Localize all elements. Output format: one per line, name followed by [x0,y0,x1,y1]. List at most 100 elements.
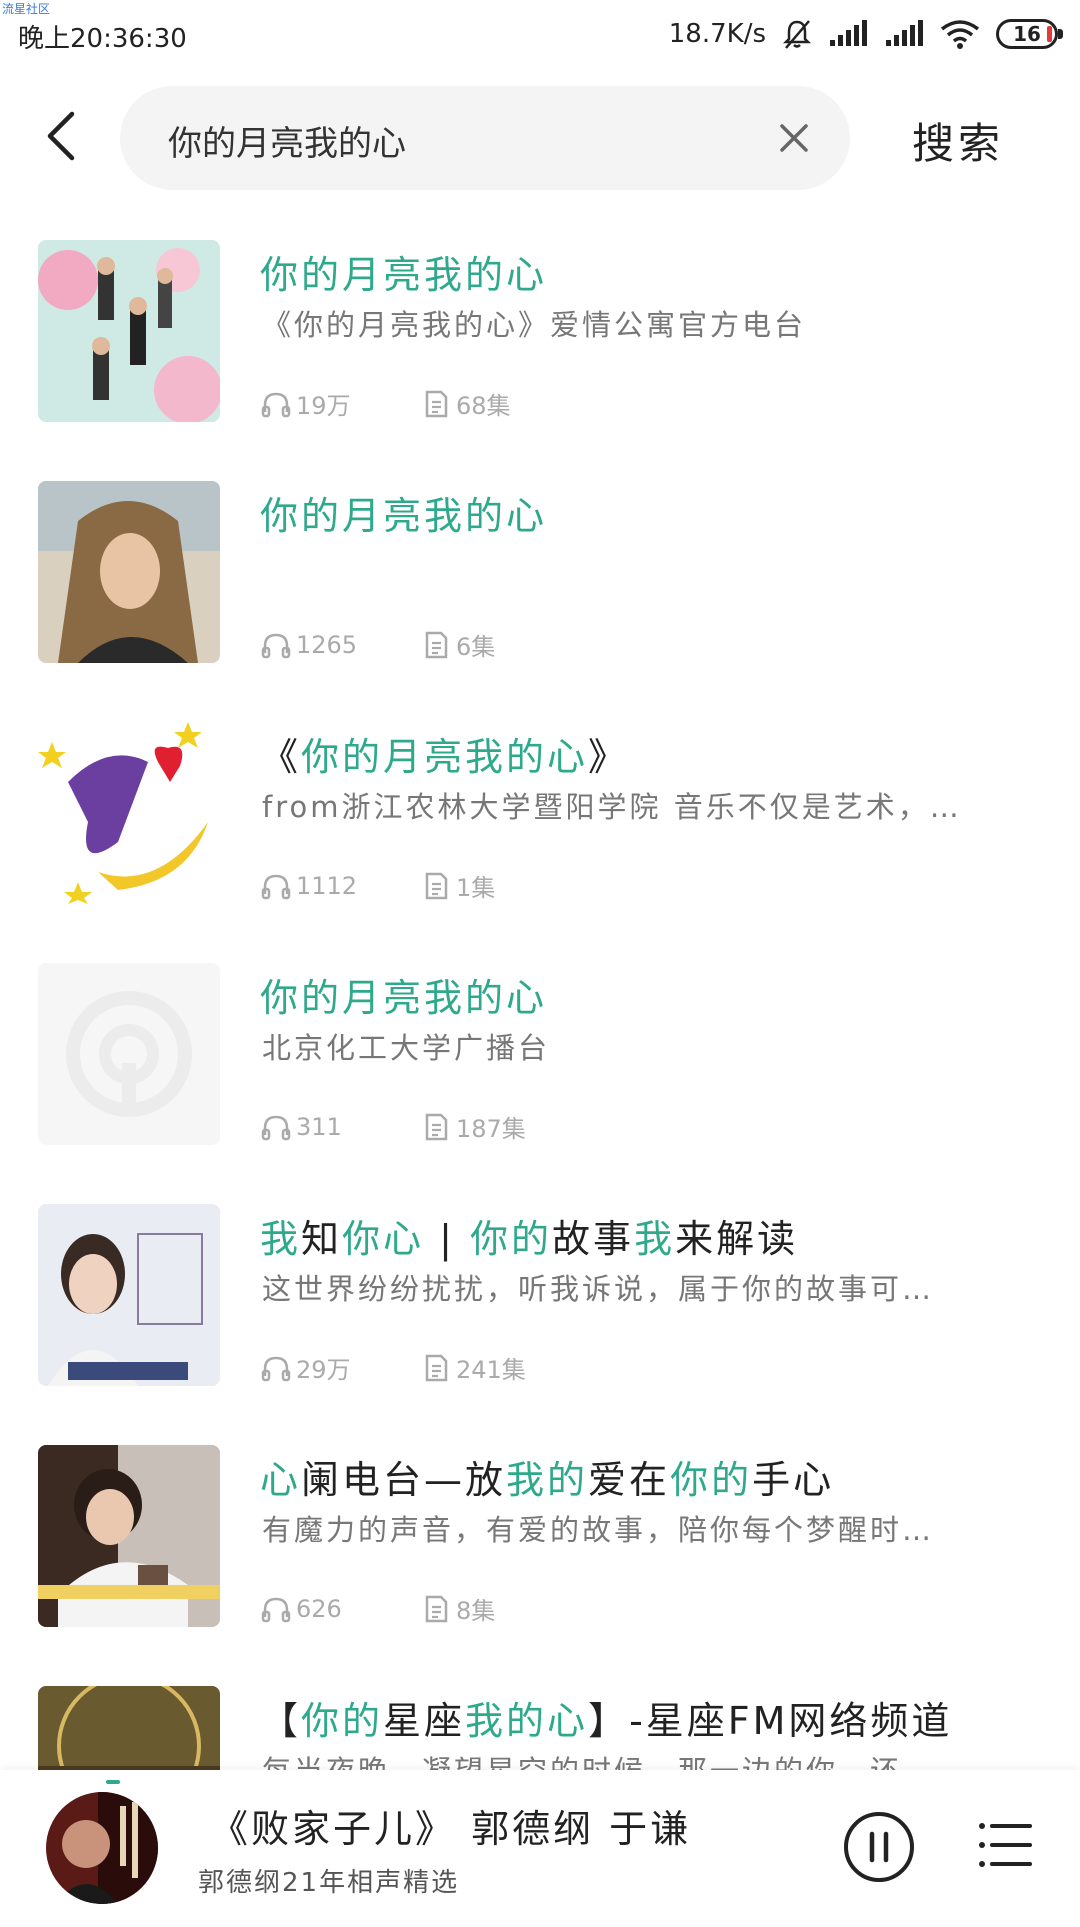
thumbnail-image [38,481,220,663]
headphones-icon [261,874,291,899]
thumbnail-image [38,722,220,904]
episode-count-value: 8集 [456,1597,496,1625]
episode-count-value: 241集 [456,1356,526,1384]
play-count-value: 29万 [296,1356,351,1384]
signal-icon [830,20,867,46]
play-count-value: 1265 [296,630,358,659]
title-highlight: 你的月亮我的心 [260,253,548,297]
result-item[interactable]: 你的月亮我的心北京化工大学广播台 311 187集 [0,963,1080,1204]
status-icons: 18.7K/s 16 [668,14,1063,54]
play-progress-indicator [106,1780,120,1784]
result-subtitle: from浙江农林大学暨阳学院 音乐不仅是艺术，… [262,790,962,824]
play-count-value: 626 [296,1594,342,1623]
title-text: 手心 [752,1458,835,1502]
result-thumbnail[interactable] [38,963,220,1145]
result-item[interactable]: 你的月亮我的心 1265 6集 [0,481,1080,722]
document-icon [425,1113,448,1140]
play-count: 19万 [260,386,420,421]
title-text: 星座 [383,1699,466,1743]
play-count-value: 1112 [296,871,358,900]
title-highlight: 心 [383,1217,425,1261]
cover-image [46,1792,158,1904]
headphones-icon [261,633,291,658]
episode-count-value: 1集 [456,874,496,902]
play-count: 311 [260,1111,420,1143]
result-item[interactable]: 我知你心 | 你的故事我来解读 这世界纷纷扰扰，听我诉说，属于你的故事可… 29万 2… [0,1204,1080,1445]
result-title: 心阑电台—放我的爱在你的手心 [260,1449,834,1504]
thumbnail-image [38,240,220,422]
pause-button[interactable] [842,1810,916,1884]
title-highlight: 我的 [506,1458,589,1502]
title-highlight: 我 [260,1217,302,1261]
episode-count-value: 187集 [456,1115,526,1143]
result-thumbnail[interactable] [38,1204,220,1386]
battery-nub [1058,29,1063,39]
result-title: 【你的星座我的心】-星座FM网络频道 [260,1690,952,1745]
result-meta: 626 8集 [260,1591,495,1626]
search-input[interactable]: 你的月亮我的心 [168,116,406,165]
episode-count: 1集 [420,868,495,903]
title-text: 》 [588,735,630,779]
play-count: 626 [260,1593,420,1625]
result-subtitle: 有魔力的声音，有爱的故事，陪你每个梦醒时… [262,1513,935,1547]
title-text: 《 [260,735,302,779]
title-text: 】-星座FM网络频道 [588,1699,953,1743]
title-highlight: 我 [634,1217,676,1261]
title-highlight: 你的月亮我的心 [260,494,548,538]
search-button[interactable]: 搜索 [912,110,1004,171]
document-icon [425,390,448,417]
play-count: 1265 [260,629,420,661]
now-playing-bar[interactable]: 《败家子儿》 郭德纲 于谦 郭德纲21年相声精选 [0,1770,1080,1920]
episode-count: 6集 [420,627,495,662]
now-playing-cover[interactable] [46,1792,158,1904]
title-highlight: 你的 [301,1699,384,1743]
result-title: 你的月亮我的心 [260,967,547,1022]
clear-icon[interactable] [772,116,816,160]
title-highlight: 心 [260,1458,302,1502]
episode-count: 241集 [420,1350,526,1385]
title-highlight: 你的 [670,1458,753,1502]
document-icon [425,1354,448,1381]
title-text: 爱在 [588,1458,671,1502]
result-item[interactable]: 《你的月亮我的心》 from浙江农林大学暨阳学院 音乐不仅是艺术，… 1112 1集 [0,722,1080,963]
title-text: 故事 [552,1217,635,1261]
search-input-box[interactable]: 你的月亮我的心 [120,86,850,190]
episode-count: 68集 [420,386,511,421]
title-text: 来解读 [675,1217,799,1261]
mute-bell-icon [782,20,812,49]
title-text: 阑电台—放 [301,1458,507,1502]
episode-count: 8集 [420,1591,495,1626]
result-meta: 19万 68集 [260,386,511,421]
title-text: 知 [301,1217,343,1261]
search-header: 你的月亮我的心 搜索 [0,82,1080,192]
result-thumbnail[interactable] [38,240,220,422]
result-subtitle: 《你的月亮我的心》爱情公寓官方电台 [262,308,807,342]
result-item[interactable]: 心阑电台—放我的爱在你的手心有魔力的声音，有爱的故事，陪你每个梦醒时… 626 8集 [0,1445,1080,1686]
play-count-value: 19万 [296,392,351,420]
play-count: 1112 [260,870,420,902]
playlist-icon[interactable] [976,1816,1034,1874]
back-button[interactable] [38,108,88,164]
result-thumbnail[interactable] [38,722,220,904]
result-subtitle: 北京化工大学广播台 [262,1031,551,1065]
thumbnail-image [38,1204,220,1386]
result-meta: 29万 241集 [260,1350,526,1385]
headphones-icon [261,1597,291,1622]
result-meta: 1112 1集 [260,868,495,903]
status-bar: 晚上20:36:30 18.7K/s 16 [0,0,1080,70]
title-highlight: 你的 [470,1217,553,1261]
episode-count: 187集 [420,1109,526,1144]
result-subtitle: 这世界纷纷扰扰，听我诉说，属于你的故事可… [262,1272,935,1306]
net-speed: 18.7K/s [668,19,766,49]
result-thumbnail[interactable] [38,1445,220,1627]
result-item[interactable]: 你的月亮我的心《你的月亮我的心》爱情公寓官方电台 19万 68集 [0,240,1080,481]
now-playing-title: 《败家子儿》 郭德纲 于谦 [210,1807,692,1851]
result-title: 你的月亮我的心 [260,244,547,299]
result-title: 《你的月亮我的心》 [260,726,629,781]
document-icon [425,872,448,899]
play-count-value: 311 [296,1112,342,1141]
headphones-icon [261,392,291,417]
result-thumbnail[interactable] [38,481,220,663]
now-playing-subtitle: 郭德纲21年相声精选 [198,1868,460,1898]
status-time: 晚上20:36:30 [18,24,187,54]
